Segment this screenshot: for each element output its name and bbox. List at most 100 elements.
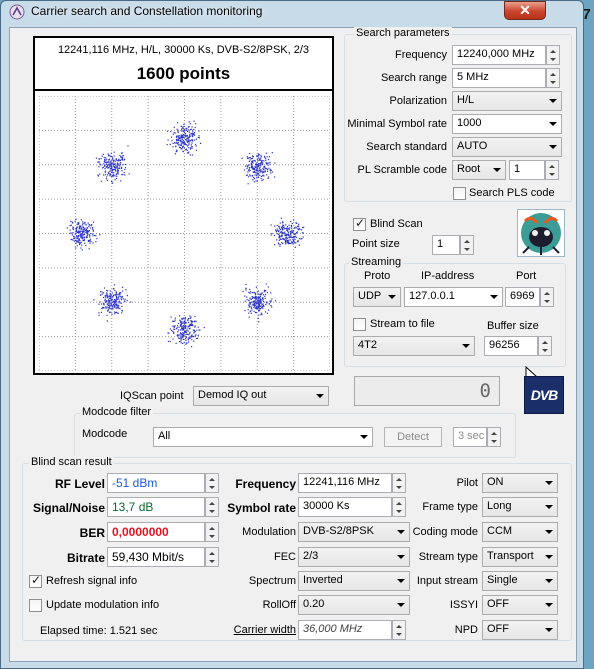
update-modulation-checkbox[interactable] xyxy=(29,599,42,612)
issyi-dropdown[interactable]: OFF xyxy=(482,595,558,615)
buffer-size-spinner[interactable] xyxy=(538,336,552,356)
constellation-point xyxy=(261,292,263,294)
constellation-point xyxy=(260,299,262,301)
constellation-point xyxy=(118,298,120,300)
carrier-width-spinner[interactable] xyxy=(392,620,406,640)
stream-file-dropdown[interactable]: 4T2 xyxy=(353,336,475,356)
pl-scramble-dropdown[interactable]: Root xyxy=(452,160,506,180)
constellation-point xyxy=(251,163,253,165)
constellation-point xyxy=(258,301,260,303)
constellation-point xyxy=(81,230,83,232)
constellation-point xyxy=(262,171,264,173)
constellation-point xyxy=(114,179,116,181)
polarization-dropdown[interactable]: H/L xyxy=(452,91,562,111)
constellation-point xyxy=(82,221,84,223)
constellation-point xyxy=(111,299,113,301)
result-frequency-spinner[interactable] xyxy=(392,473,406,493)
constellation-point xyxy=(262,298,264,300)
rolloff-dropdown[interactable]: 0.20 xyxy=(298,595,410,615)
proto-dropdown[interactable]: UDP xyxy=(353,287,401,307)
detect-seconds-spinner[interactable] xyxy=(487,427,501,447)
constellation-point xyxy=(270,172,272,174)
constellation-point xyxy=(180,333,182,335)
constellation-point xyxy=(78,230,80,232)
constellation-point xyxy=(249,303,252,305)
pilot-dropdown[interactable]: ON xyxy=(482,473,558,493)
constellation-point xyxy=(251,157,253,160)
min-symbol-rate-dropdown[interactable]: 1000 xyxy=(452,114,562,134)
constellation-point xyxy=(111,292,113,294)
constellation-point xyxy=(118,300,120,303)
constellation-point xyxy=(191,147,193,149)
constellation-point xyxy=(115,169,117,171)
input-stream-dropdown[interactable]: Single xyxy=(482,571,558,591)
frequency-input[interactable]: 12240,000 MHz xyxy=(452,45,546,65)
constellation-point xyxy=(95,235,97,237)
constellation-point xyxy=(80,247,82,249)
constellation-point xyxy=(260,314,262,316)
rf-level-spinner[interactable] xyxy=(205,473,219,493)
constellation-point xyxy=(274,229,277,231)
port-input[interactable]: 6969 xyxy=(505,287,540,307)
constellation-point xyxy=(270,292,272,294)
search-range-input[interactable]: 5 MHz xyxy=(452,68,546,88)
point-size-input[interactable]: 1 xyxy=(432,235,460,255)
bitrate-spinner[interactable] xyxy=(205,547,219,567)
constellation-point xyxy=(93,299,95,301)
pl-scramble-spinner[interactable] xyxy=(545,160,559,180)
detect-button[interactable]: Detect xyxy=(384,427,442,447)
constellation-point xyxy=(70,238,72,240)
constellation-point xyxy=(110,303,113,305)
constellation-point xyxy=(193,332,195,334)
modulation-dropdown[interactable]: DVB-S2/8PSK xyxy=(298,522,410,542)
detect-seconds-input[interactable]: 3 sec xyxy=(453,427,487,447)
npd-dropdown[interactable]: OFF xyxy=(482,620,558,640)
constellation-point xyxy=(192,324,194,327)
coding-mode-dropdown[interactable]: CCM xyxy=(482,522,558,542)
buffer-size-input[interactable]: 96256 xyxy=(484,336,538,356)
constellation-point xyxy=(89,227,91,229)
constellation-point xyxy=(260,301,262,303)
constellation-point xyxy=(197,326,199,328)
constellation-point xyxy=(294,234,296,236)
constellation-point xyxy=(115,299,117,301)
search-range-spinner[interactable] xyxy=(546,68,560,88)
search-pls-checkbox[interactable] xyxy=(453,187,466,200)
carrier-width-label[interactable]: Carrier width xyxy=(220,624,296,636)
constellation-point xyxy=(113,151,115,153)
frequency-spinner[interactable] xyxy=(546,45,560,65)
refresh-signal-checkbox[interactable] xyxy=(29,573,42,588)
stream-type-dropdown[interactable]: Transport xyxy=(482,547,558,567)
rolloff-value: 0.20 xyxy=(303,598,325,610)
stream-to-file-checkbox[interactable] xyxy=(353,318,366,331)
constellation-point xyxy=(245,165,247,167)
pl-scramble-number-input[interactable]: 1 xyxy=(509,160,545,180)
chevron-down-icon xyxy=(397,530,405,534)
close-button[interactable]: ✕ xyxy=(504,1,546,20)
point-size-spinner[interactable] xyxy=(460,235,474,255)
constellation-point xyxy=(249,302,251,304)
spectrum-dropdown[interactable]: Inverted xyxy=(298,571,410,591)
constellation-point xyxy=(246,156,248,158)
port-spinner[interactable] xyxy=(540,287,554,307)
iqscan-dropdown[interactable]: Demod IQ out xyxy=(193,386,329,406)
ber-spinner[interactable] xyxy=(205,522,219,542)
search-standard-dropdown[interactable]: AUTO xyxy=(452,137,562,157)
fec-dropdown[interactable]: 2/3 xyxy=(298,547,410,567)
constellation-point xyxy=(109,174,111,176)
ip-address-dropdown[interactable]: 127.0.0.1 xyxy=(404,287,503,307)
constellation-point xyxy=(77,240,79,242)
symbol-rate-spinner[interactable] xyxy=(392,497,406,517)
constellation-point xyxy=(287,229,289,232)
issyi-label: ISSYI xyxy=(449,599,478,611)
constellation-point xyxy=(81,238,83,240)
frame-type-dropdown[interactable]: Long xyxy=(482,497,558,517)
constellation-point xyxy=(183,125,185,127)
constellation-point xyxy=(81,249,83,251)
blind-scan-label: Blind Scan xyxy=(370,218,423,230)
constellation-point xyxy=(263,155,266,157)
constellation-point xyxy=(259,169,261,171)
modcode-dropdown[interactable]: All xyxy=(153,427,373,447)
constellation-point xyxy=(95,157,97,159)
blind-scan-checkbox[interactable] xyxy=(353,216,366,231)
